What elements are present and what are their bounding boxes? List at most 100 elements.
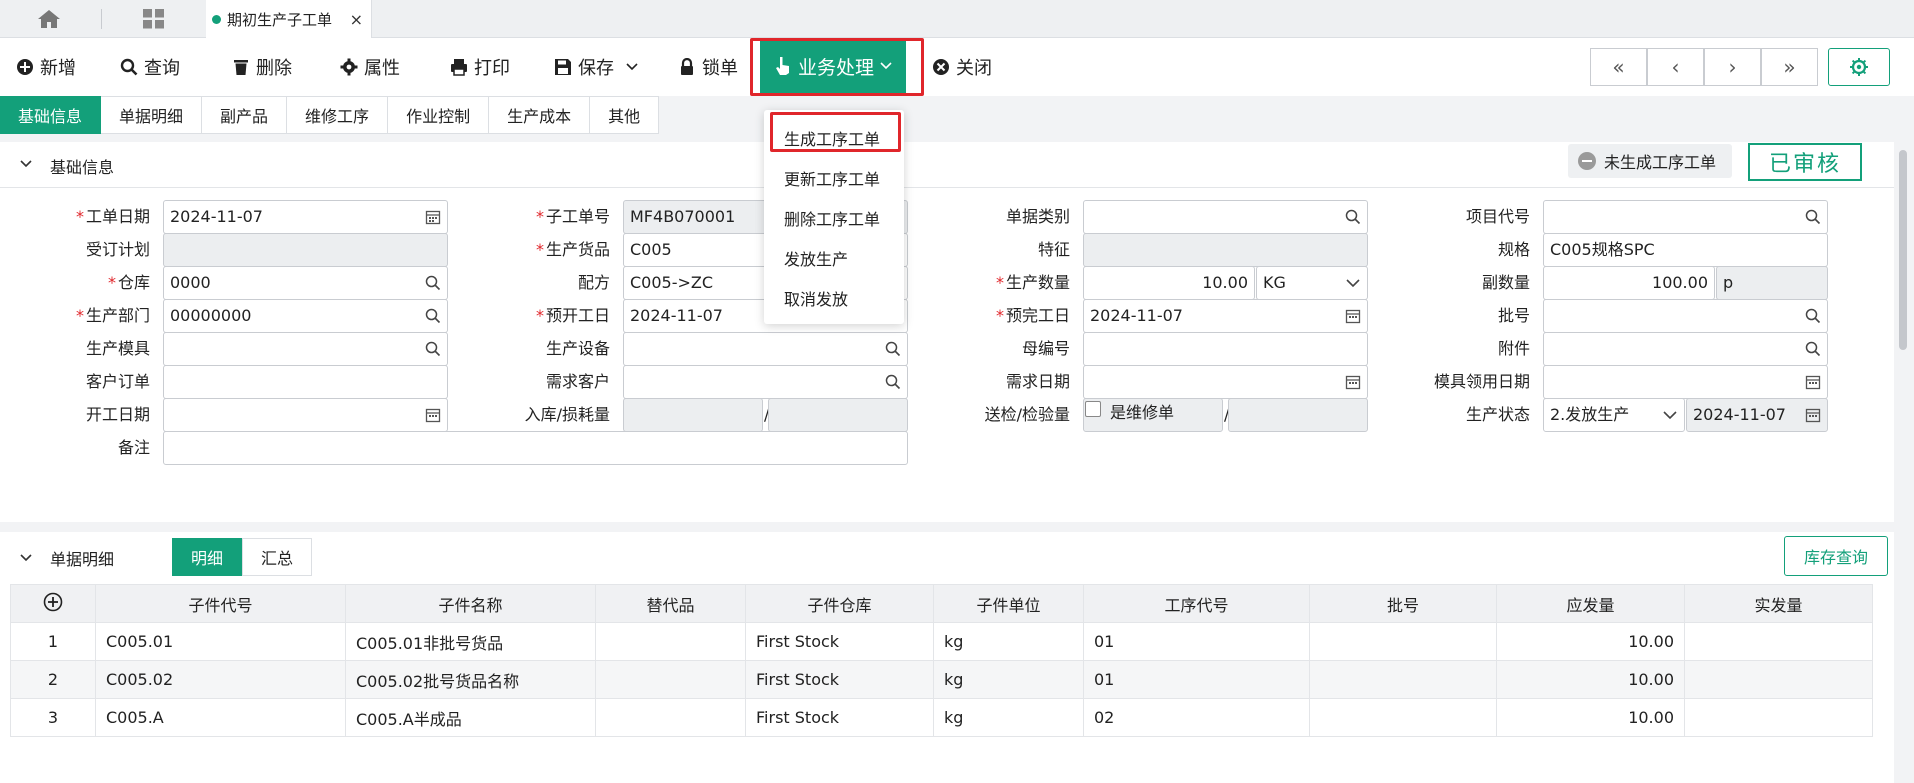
tab-other[interactable]: 其他 (590, 96, 660, 134)
last-page-button[interactable]: » (1761, 48, 1818, 86)
plan-finish-field[interactable]: 2024-11-07 (1083, 299, 1368, 333)
demand-date-field[interactable] (1083, 365, 1368, 399)
spec-field[interactable]: C005规格SPC (1543, 233, 1828, 267)
summary-view-button[interactable]: 汇总 (242, 538, 313, 576)
issue-qty-cell[interactable]: 10.00 (1496, 698, 1685, 737)
first-page-button[interactable]: « (1590, 48, 1647, 86)
search-icon[interactable] (885, 374, 901, 390)
search-icon[interactable] (885, 341, 901, 357)
customer-order-field[interactable] (163, 365, 448, 399)
demand-customer-field[interactable] (623, 365, 908, 399)
search-icon[interactable] (1805, 209, 1821, 225)
substitute-cell[interactable] (595, 660, 746, 699)
sub-qty-field[interactable]: 100.00 (1543, 266, 1715, 300)
parent-no-field[interactable] (1083, 332, 1368, 366)
substitute-cell[interactable] (595, 698, 746, 737)
component-name-cell[interactable]: C005.01非批号货品 (345, 622, 596, 661)
menu-item-delete-op-order[interactable]: 删除工序工单 (784, 206, 880, 230)
warehouse-field[interactable]: 0000 (163, 266, 448, 300)
equipment-field[interactable] (623, 332, 908, 366)
stock-query-button[interactable]: 库存查询 (1784, 536, 1888, 576)
calendar-icon[interactable] (1345, 374, 1361, 390)
work-date-field[interactable]: 2024-11-07 (163, 200, 448, 234)
attributes-button[interactable]: 属性 (340, 52, 400, 82)
prod-unit-select[interactable]: KG (1256, 266, 1368, 300)
search-icon[interactable] (425, 308, 441, 324)
next-page-button[interactable]: › (1704, 48, 1761, 86)
batch-field[interactable] (1543, 299, 1828, 333)
tab-production-cost[interactable]: 生产成本 (489, 96, 591, 134)
tab-by-products[interactable]: 副产品 (202, 96, 288, 134)
component-name-cell[interactable]: C005.A半成品 (345, 698, 596, 737)
tab-job-control[interactable]: 作业控制 (388, 96, 490, 134)
prod-status-select[interactable]: 2.发放生产 (1543, 398, 1685, 432)
doc-type-field[interactable] (1083, 200, 1368, 234)
collapse-chevron-icon[interactable] (20, 554, 32, 562)
component-name-cell[interactable]: C005.02批号货品名称 (345, 660, 596, 699)
prev-page-button[interactable]: ‹ (1647, 48, 1704, 86)
op-code-cell[interactable]: 01 (1083, 622, 1310, 661)
component-code-cell[interactable]: C005.01 (95, 622, 346, 661)
vertical-scrollbar[interactable] (1896, 96, 1910, 783)
tab-repair-ops[interactable]: 维修工序 (287, 96, 389, 134)
op-code-cell[interactable]: 02 (1083, 698, 1310, 737)
add-row-icon[interactable] (43, 592, 63, 612)
dept-field[interactable]: 00000000 (163, 299, 448, 333)
prod-qty-field[interactable]: 10.00 (1083, 266, 1255, 300)
actual-qty-cell[interactable] (1684, 698, 1873, 737)
search-icon[interactable] (1345, 209, 1361, 225)
search-icon[interactable] (425, 341, 441, 357)
settings-button[interactable] (1828, 48, 1890, 86)
table-row[interactable]: 2 C005.02 C005.02批号货品名称 First Stock kg 0… (10, 660, 1873, 699)
op-code-cell[interactable]: 01 (1083, 660, 1310, 699)
substitute-cell[interactable] (595, 622, 746, 661)
close-button[interactable]: 关闭 (932, 52, 992, 82)
calendar-icon[interactable] (1805, 374, 1821, 390)
detail-view-button[interactable]: 明细 (172, 538, 243, 576)
attachment-field[interactable] (1543, 332, 1828, 366)
home-icon[interactable] (36, 8, 62, 30)
tab-basic-info[interactable]: 基础信息 (0, 96, 102, 134)
calendar-icon[interactable] (425, 407, 441, 423)
scrollbar-thumb[interactable] (1899, 150, 1907, 350)
warehouse-cell[interactable]: First Stock (745, 622, 934, 661)
batch-cell[interactable] (1309, 698, 1497, 737)
mold-field[interactable] (163, 332, 448, 366)
start-date-field[interactable] (163, 398, 448, 432)
is-repair-checkbox[interactable] (1085, 401, 1101, 417)
menu-item-cancel-release[interactable]: 取消发放 (784, 286, 848, 310)
component-code-cell[interactable]: C005.02 (95, 660, 346, 699)
component-code-cell[interactable]: C005.A (95, 698, 346, 737)
query-button[interactable]: 查询 (120, 52, 180, 82)
batch-cell[interactable] (1309, 622, 1497, 661)
issue-qty-cell[interactable]: 10.00 (1496, 660, 1685, 699)
remark-field[interactable] (163, 431, 908, 465)
issue-qty-cell[interactable]: 10.00 (1496, 622, 1685, 661)
unit-cell[interactable]: kg (933, 660, 1084, 699)
calendar-icon[interactable] (425, 209, 441, 225)
table-row[interactable]: 1 C005.01 C005.01非批号货品 First Stock kg 01… (10, 622, 1873, 661)
tab-details[interactable]: 单据明细 (101, 96, 203, 134)
save-button[interactable]: 保存 (554, 52, 638, 82)
delete-button[interactable]: 删除 (232, 52, 292, 82)
search-icon[interactable] (1805, 341, 1821, 357)
new-button[interactable]: 新增 (16, 52, 76, 82)
unit-cell[interactable]: kg (933, 622, 1084, 661)
mold-date-field[interactable] (1543, 365, 1828, 399)
table-row[interactable]: 3 C005.A C005.A半成品 First Stock kg 02 10.… (10, 698, 1873, 737)
tab-work-order[interactable]: 期初生产子工单 × (206, 0, 372, 38)
batch-cell[interactable] (1309, 660, 1497, 699)
apps-grid-icon[interactable] (142, 8, 166, 30)
search-icon[interactable] (1805, 308, 1821, 324)
warehouse-cell[interactable]: First Stock (745, 660, 934, 699)
menu-item-release-production[interactable]: 发放生产 (784, 246, 848, 270)
lock-button[interactable]: 锁单 (678, 52, 738, 82)
print-button[interactable]: 打印 (450, 52, 510, 82)
close-tab-icon[interactable]: × (350, 10, 363, 29)
warehouse-cell[interactable]: First Stock (745, 698, 934, 737)
actual-qty-cell[interactable] (1684, 622, 1873, 661)
menu-item-update-op-order[interactable]: 更新工序工单 (784, 166, 880, 190)
search-icon[interactable] (425, 275, 441, 291)
calendar-icon[interactable] (1345, 308, 1361, 324)
unit-cell[interactable]: kg (933, 698, 1084, 737)
